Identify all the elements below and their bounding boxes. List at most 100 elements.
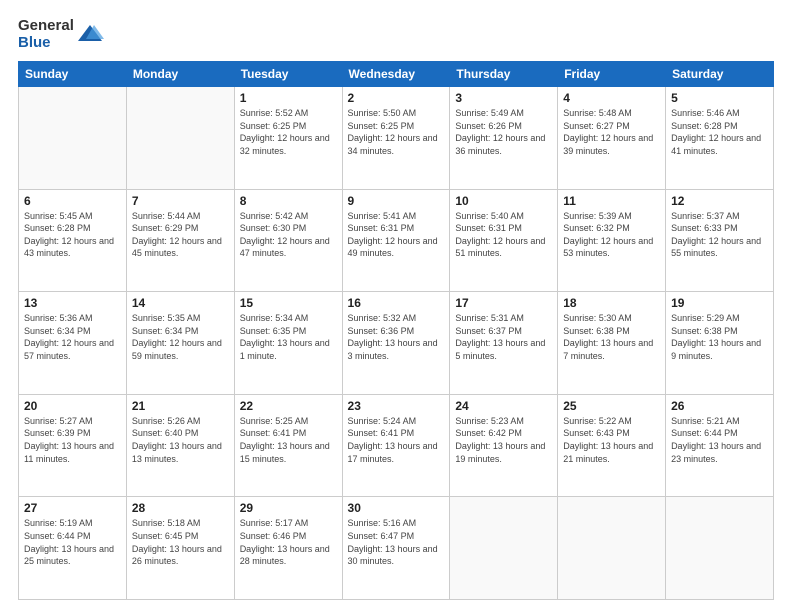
day-info: Sunrise: 5:48 AM Sunset: 6:27 PM Dayligh… — [563, 107, 660, 157]
weekday-sunday: Sunday — [19, 62, 127, 87]
day-info: Sunrise: 5:29 AM Sunset: 6:38 PM Dayligh… — [671, 312, 768, 362]
day-number: 19 — [671, 296, 768, 310]
logo-text: General Blue — [18, 18, 104, 51]
weekday-saturday: Saturday — [666, 62, 774, 87]
calendar-cell: 23Sunrise: 5:24 AM Sunset: 6:41 PM Dayli… — [342, 394, 450, 497]
day-info: Sunrise: 5:44 AM Sunset: 6:29 PM Dayligh… — [132, 210, 229, 260]
calendar-cell — [19, 87, 127, 190]
day-number: 3 — [455, 91, 552, 105]
day-info: Sunrise: 5:19 AM Sunset: 6:44 PM Dayligh… — [24, 517, 121, 567]
day-number: 20 — [24, 399, 121, 413]
day-number: 18 — [563, 296, 660, 310]
day-number: 29 — [240, 501, 337, 515]
calendar-cell: 17 Sunrise: 5:31 AM Sunset: 6:37 PM Dayli… — [450, 292, 558, 395]
calendar-cell: 30 Sunrise: 5:16 AM Sunset: 6:47 PM Dayli… — [342, 497, 450, 600]
day-info: Sunrise: 5:16 AM Sunset: 6:47 PM Dayligh… — [348, 517, 445, 567]
day-number: 24 — [455, 399, 552, 413]
day-number: 4 — [563, 91, 660, 105]
day-number: 12 — [671, 194, 768, 208]
day-info: Sunrise: 5:49 AM Sunset: 6:26 PM Dayligh… — [455, 107, 552, 157]
calendar-cell: 6Sunrise: 5:45 AM Sunset: 6:28 PM Daylig… — [19, 189, 127, 292]
calendar-cell: 4 Sunrise: 5:48 AM Sunset: 6:27 PM Daylig… — [558, 87, 666, 190]
calendar-cell: 5 Sunrise: 5:46 AM Sunset: 6:28 PM Daylig… — [666, 87, 774, 190]
day-info: Sunrise: 5:27 AM Sunset: 6:39 PM Dayligh… — [24, 415, 121, 465]
calendar-cell: 3 Sunrise: 5:49 AM Sunset: 6:26 PM Daylig… — [450, 87, 558, 190]
day-info: Sunrise: 5:21 AM Sunset: 6:44 PM Dayligh… — [671, 415, 768, 465]
day-number: 10 — [455, 194, 552, 208]
day-info: Sunrise: 5:39 AM Sunset: 6:32 PM Dayligh… — [563, 210, 660, 260]
day-number: 28 — [132, 501, 229, 515]
day-number: 8 — [240, 194, 337, 208]
day-info: Sunrise: 5:22 AM Sunset: 6:43 PM Dayligh… — [563, 415, 660, 465]
calendar-cell: 27 Sunrise: 5:19 AM Sunset: 6:44 PM Dayli… — [19, 497, 127, 600]
day-info: Sunrise: 5:24 AM Sunset: 6:41 PM Dayligh… — [348, 415, 445, 465]
day-number: 21 — [132, 399, 229, 413]
calendar-cell — [558, 497, 666, 600]
day-number: 25 — [563, 399, 660, 413]
calendar-cell: 11Sunrise: 5:39 AM Sunset: 6:32 PM Dayli… — [558, 189, 666, 292]
day-info: Sunrise: 5:46 AM Sunset: 6:28 PM Dayligh… — [671, 107, 768, 157]
calendar-cell: 26 Sunrise: 5:21 AM Sunset: 6:44 PM Dayli… — [666, 394, 774, 497]
day-info: Sunrise: 5:25 AM Sunset: 6:41 PM Dayligh… — [240, 415, 337, 465]
week-row-1: 1Sunrise: 5:52 AM Sunset: 6:25 PM Daylig… — [19, 87, 774, 190]
calendar-cell: 1Sunrise: 5:52 AM Sunset: 6:25 PM Daylig… — [234, 87, 342, 190]
calendar-cell: 2 Sunrise: 5:50 AM Sunset: 6:25 PM Daylig… — [342, 87, 450, 190]
calendar-cell: 7 Sunrise: 5:44 AM Sunset: 6:29 PM Daylig… — [126, 189, 234, 292]
day-info: Sunrise: 5:36 AM Sunset: 6:34 PM Dayligh… — [24, 312, 121, 362]
weekday-tuesday: Tuesday — [234, 62, 342, 87]
day-number: 9 — [348, 194, 445, 208]
week-row-3: 13 Sunrise: 5:36 AM Sunset: 6:34 PM Dayli… — [19, 292, 774, 395]
weekday-thursday: Thursday — [450, 62, 558, 87]
day-info: Sunrise: 5:41 AM Sunset: 6:31 PM Dayligh… — [348, 210, 445, 260]
day-number: 13 — [24, 296, 121, 310]
day-info: Sunrise: 5:37 AM Sunset: 6:33 PM Dayligh… — [671, 210, 768, 260]
calendar-cell: 16 Sunrise: 5:32 AM Sunset: 6:36 PM Dayli… — [342, 292, 450, 395]
header: General Blue — [18, 18, 774, 51]
day-info: Sunrise: 5:42 AM Sunset: 6:30 PM Dayligh… — [240, 210, 337, 260]
weekday-wednesday: Wednesday — [342, 62, 450, 87]
day-info: Sunrise: 5:30 AM Sunset: 6:38 PM Dayligh… — [563, 312, 660, 362]
day-info: Sunrise: 5:32 AM Sunset: 6:36 PM Dayligh… — [348, 312, 445, 362]
day-number: 16 — [348, 296, 445, 310]
day-info: Sunrise: 5:50 AM Sunset: 6:25 PM Dayligh… — [348, 107, 445, 157]
calendar-cell: 8 Sunrise: 5:42 AM Sunset: 6:30 PM Daylig… — [234, 189, 342, 292]
day-number: 1 — [240, 91, 337, 105]
calendar-cell: 10Sunrise: 5:40 AM Sunset: 6:31 PM Dayli… — [450, 189, 558, 292]
day-number: 2 — [348, 91, 445, 105]
calendar-cell: 25 Sunrise: 5:22 AM Sunset: 6:43 PM Dayli… — [558, 394, 666, 497]
week-row-5: 27 Sunrise: 5:19 AM Sunset: 6:44 PM Dayli… — [19, 497, 774, 600]
calendar-cell: 24Sunrise: 5:23 AM Sunset: 6:42 PM Dayli… — [450, 394, 558, 497]
calendar-cell: 22 Sunrise: 5:25 AM Sunset: 6:41 PM Dayli… — [234, 394, 342, 497]
day-number: 27 — [24, 501, 121, 515]
day-number: 15 — [240, 296, 337, 310]
calendar-cell: 14Sunrise: 5:35 AM Sunset: 6:34 PM Dayli… — [126, 292, 234, 395]
calendar-body: 1Sunrise: 5:52 AM Sunset: 6:25 PM Daylig… — [19, 87, 774, 600]
day-number: 7 — [132, 194, 229, 208]
calendar-cell: 12 Sunrise: 5:37 AM Sunset: 6:33 PM Dayli… — [666, 189, 774, 292]
calendar-cell: 28 Sunrise: 5:18 AM Sunset: 6:45 PM Dayli… — [126, 497, 234, 600]
calendar-cell: 29 Sunrise: 5:17 AM Sunset: 6:46 PM Dayli… — [234, 497, 342, 600]
weekday-monday: Monday — [126, 62, 234, 87]
day-info: Sunrise: 5:31 AM Sunset: 6:37 PM Dayligh… — [455, 312, 552, 362]
day-info: Sunrise: 5:18 AM Sunset: 6:45 PM Dayligh… — [132, 517, 229, 567]
day-number: 17 — [455, 296, 552, 310]
day-number: 30 — [348, 501, 445, 515]
calendar-table: SundayMondayTuesdayWednesdayThursdayFrid… — [18, 61, 774, 600]
calendar-cell — [666, 497, 774, 600]
day-info: Sunrise: 5:45 AM Sunset: 6:28 PM Dayligh… — [24, 210, 121, 260]
day-number: 26 — [671, 399, 768, 413]
calendar-cell: 19 Sunrise: 5:29 AM Sunset: 6:38 PM Dayli… — [666, 292, 774, 395]
calendar-cell — [126, 87, 234, 190]
day-info: Sunrise: 5:35 AM Sunset: 6:34 PM Dayligh… — [132, 312, 229, 362]
day-info: Sunrise: 5:26 AM Sunset: 6:40 PM Dayligh… — [132, 415, 229, 465]
calendar-cell: 21 Sunrise: 5:26 AM Sunset: 6:40 PM Dayli… — [126, 394, 234, 497]
week-row-4: 20 Sunrise: 5:27 AM Sunset: 6:39 PM Dayli… — [19, 394, 774, 497]
day-number: 22 — [240, 399, 337, 413]
weekday-header-row: SundayMondayTuesdayWednesdayThursdayFrid… — [19, 62, 774, 87]
day-info: Sunrise: 5:17 AM Sunset: 6:46 PM Dayligh… — [240, 517, 337, 567]
calendar-cell: 18 Sunrise: 5:30 AM Sunset: 6:38 PM Dayli… — [558, 292, 666, 395]
logo: General Blue — [18, 18, 104, 51]
logo-icon — [76, 21, 104, 49]
day-number: 5 — [671, 91, 768, 105]
day-info: Sunrise: 5:34 AM Sunset: 6:35 PM Dayligh… — [240, 312, 337, 362]
